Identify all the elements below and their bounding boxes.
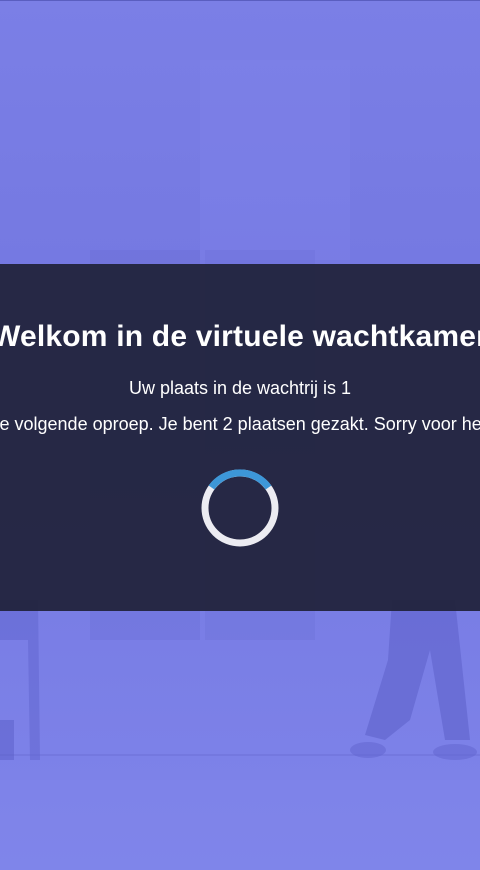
queue-message-text: Wacht op de volgende oproep. Je bent 2 p… bbox=[0, 414, 480, 434]
waiting-room-banner: Welkom in de virtuele wachtkamer Uw plaa… bbox=[0, 264, 480, 611]
queue-position-text: Uw plaats in de wachtrij is 1 bbox=[128, 378, 352, 398]
waiting-room-page: Welkom in de virtuele wachtkamer Uw plaa… bbox=[0, 0, 480, 870]
page-title: Welkom in de virtuele wachtkamer bbox=[0, 320, 480, 353]
spinner-arc bbox=[208, 469, 272, 490]
loading-spinner-icon bbox=[201, 469, 279, 547]
